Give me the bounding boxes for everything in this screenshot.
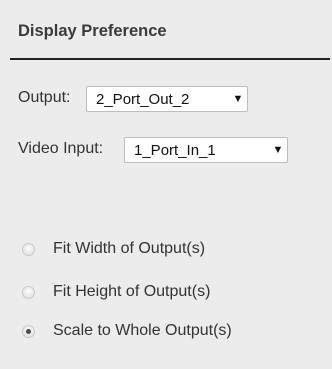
radio-button-selected[interactable] (22, 324, 35, 338)
title-divider (10, 58, 330, 60)
chevron-down-icon: ▼ (272, 144, 284, 156)
panel-title: Display Preference (18, 22, 167, 40)
radio-fit-height[interactable]: Fit Height of Output(s) (22, 283, 210, 301)
radio-button[interactable] (22, 285, 35, 299)
video-input-select[interactable]: 1_Port_In_1 ▼ (124, 137, 288, 163)
radio-label-fit-height: Fit Height of Output(s) (53, 283, 211, 300)
radio-fit-width[interactable]: Fit Width of Output(s) (22, 240, 205, 258)
output-row: Output: (18, 89, 70, 107)
output-label: Output: (18, 89, 71, 106)
display-preference-panel: Display Preference Output: 2_Port_Out_2 … (0, 0, 332, 369)
output-select[interactable]: 2_Port_Out_2 ▼ (86, 86, 248, 112)
radio-button[interactable] (22, 242, 35, 256)
video-input-label: Video Input: (18, 140, 104, 157)
chevron-down-icon: ▼ (232, 93, 244, 105)
video-input-select-value: 1_Port_In_1 (134, 141, 216, 159)
video-input-row: Video Input: (18, 140, 103, 158)
radio-label-scale-whole: Scale to Whole Output(s) (53, 322, 232, 339)
output-select-value: 2_Port_Out_2 (96, 90, 190, 108)
radio-label-fit-width: Fit Width of Output(s) (53, 240, 206, 257)
radio-scale-whole[interactable]: Scale to Whole Output(s) (22, 322, 232, 340)
